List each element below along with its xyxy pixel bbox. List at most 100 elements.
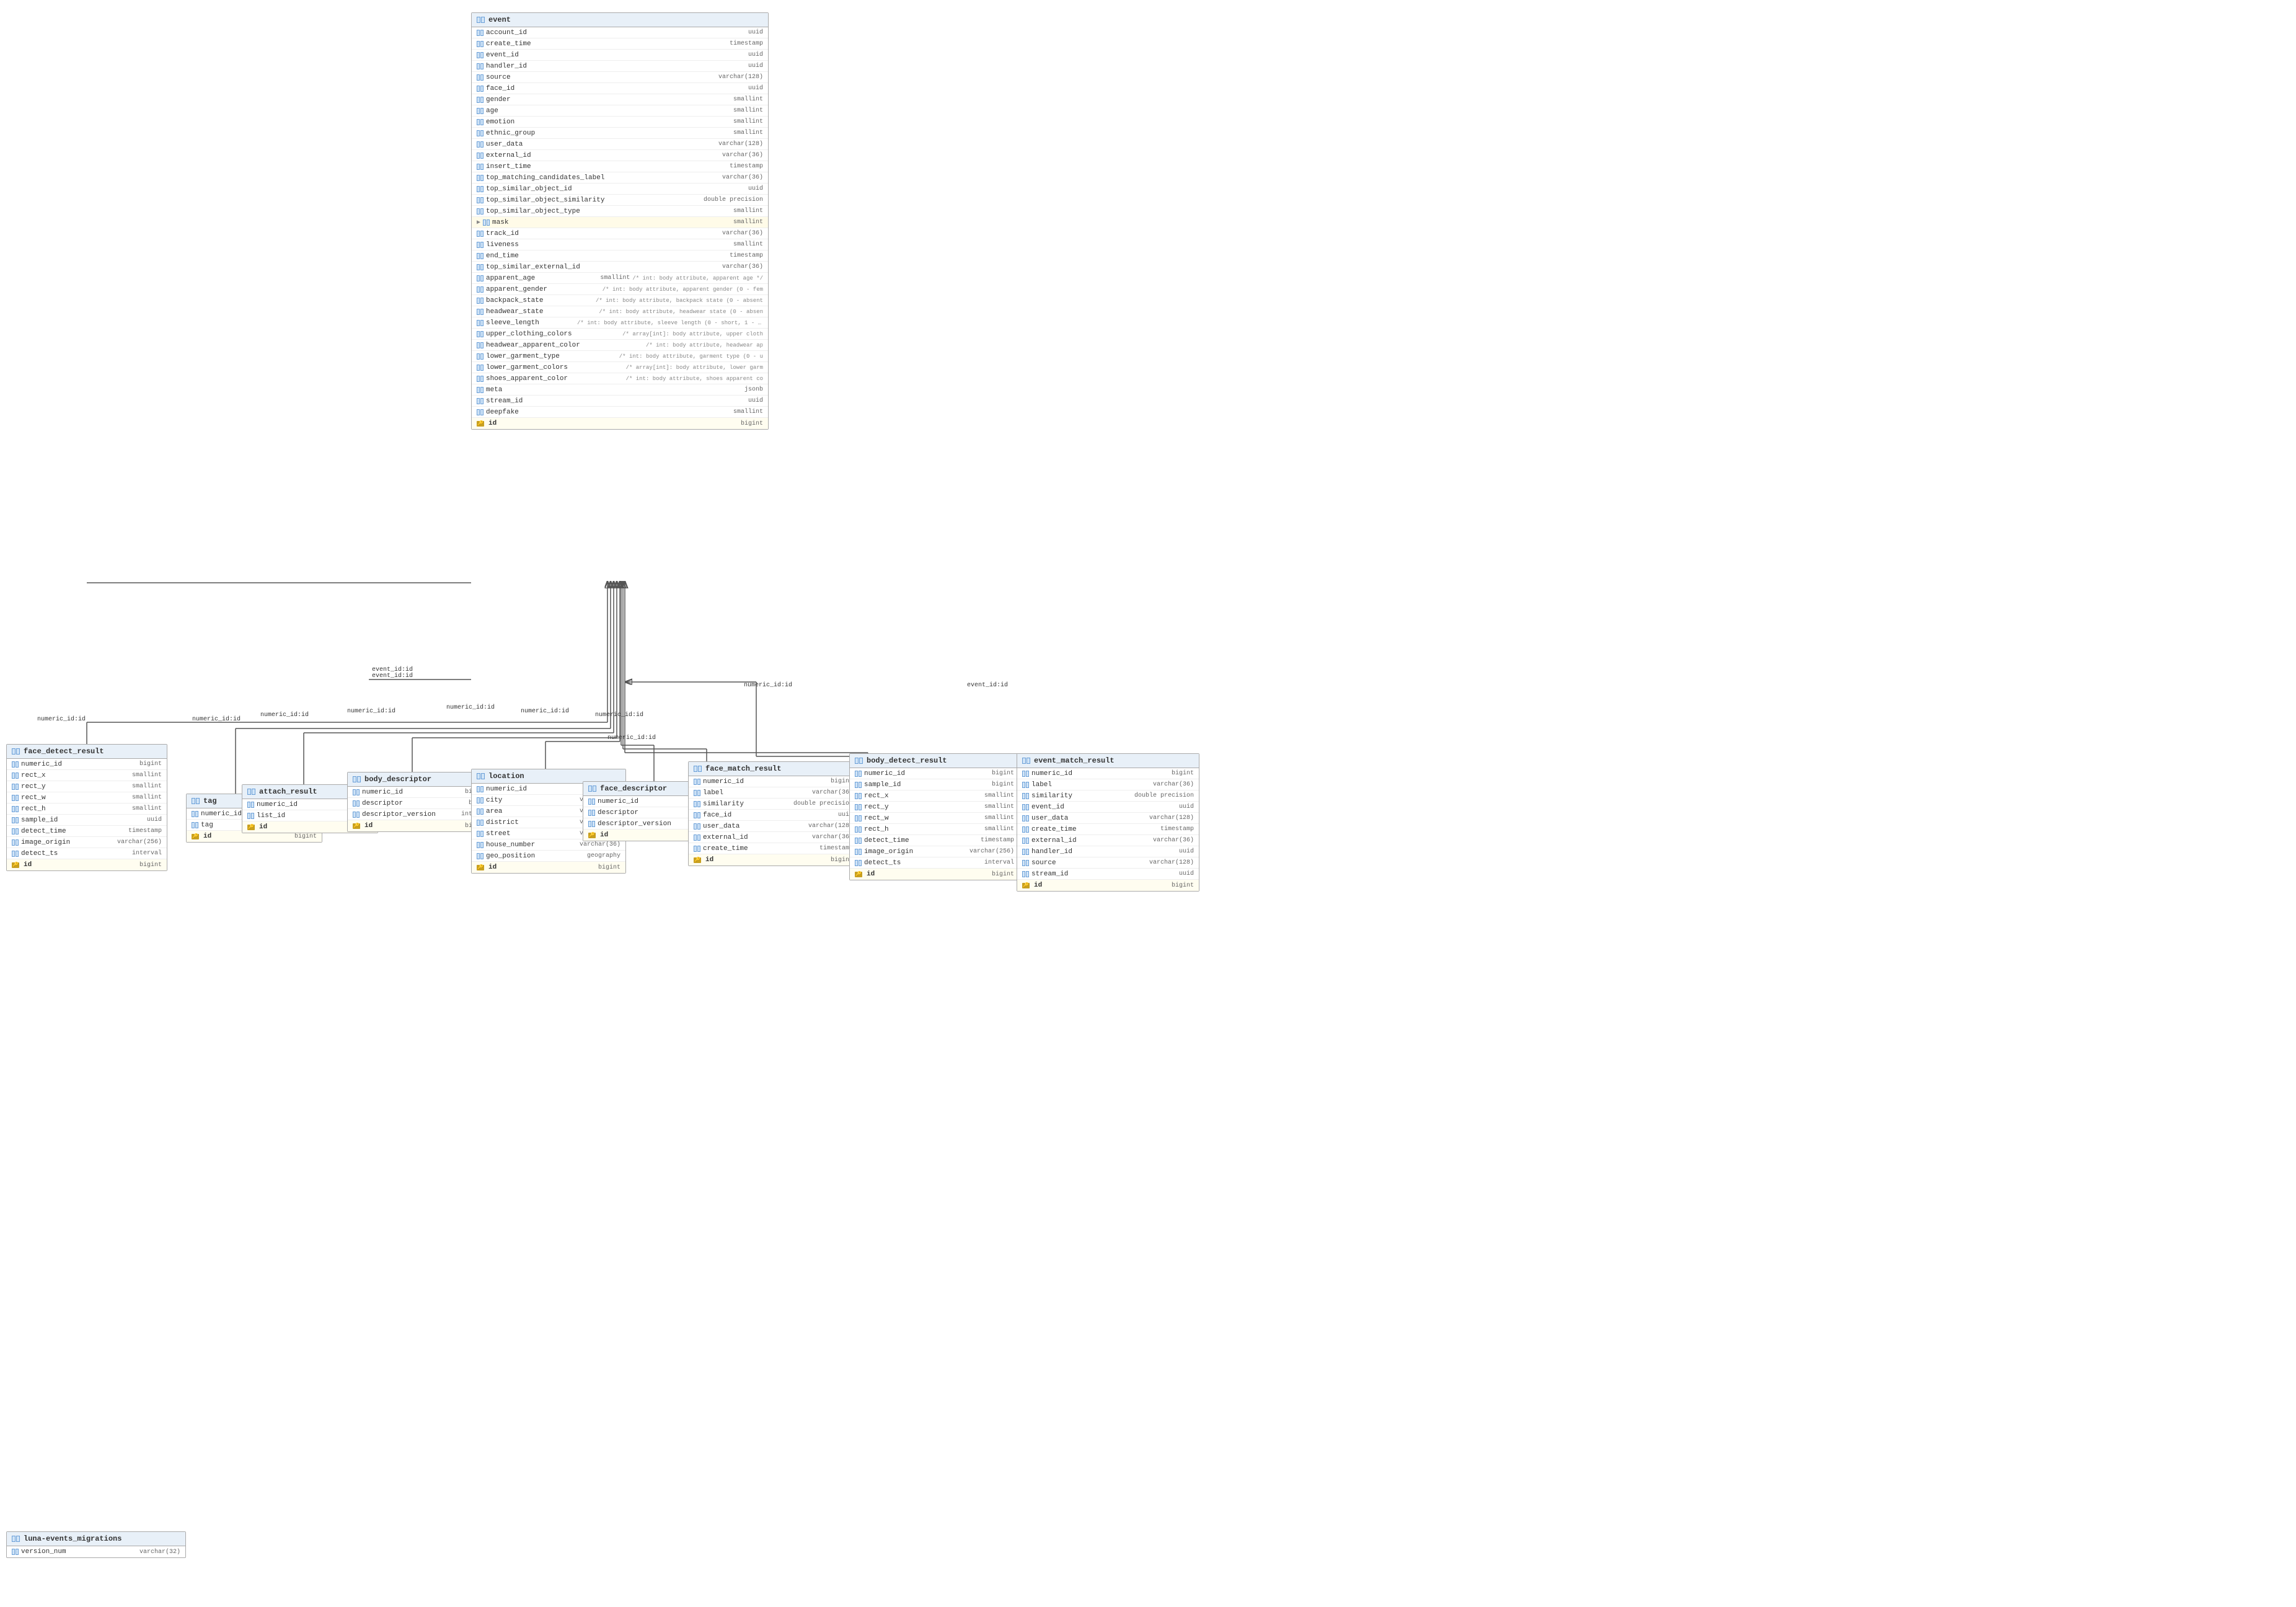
fk-icon bbox=[477, 853, 483, 859]
fk-icon bbox=[1022, 782, 1029, 788]
table-row: label varchar(36) bbox=[1017, 779, 1199, 790]
luna-events-migrations-header: luna-events_migrations bbox=[7, 1532, 185, 1546]
fk-icon bbox=[477, 253, 483, 259]
fk-icon bbox=[477, 86, 483, 92]
table-row: account_id uuid bbox=[472, 27, 768, 38]
face-detect-result-title: face_detect_result bbox=[24, 747, 104, 756]
table-icon bbox=[12, 1536, 20, 1542]
connector-label-fmr-numeric2: numeric_id:id bbox=[607, 735, 656, 742]
fk-icon bbox=[477, 164, 483, 170]
fk-icon bbox=[353, 800, 360, 807]
table-row: top_similar_external_id varchar(36) bbox=[472, 262, 768, 273]
event-match-result-header: event_match_result bbox=[1017, 754, 1199, 768]
table-row: apparent_age smallint /* int: body attri… bbox=[472, 273, 768, 284]
fk-icon bbox=[855, 826, 862, 833]
table-icon bbox=[12, 748, 20, 755]
event-table: event account_id uuid create_time timest… bbox=[471, 12, 769, 430]
table-row: user_data varchar(128) bbox=[1017, 813, 1199, 824]
event-match-result-table: event_match_result numeric_id bigint lab… bbox=[1017, 753, 1199, 892]
fk-icon bbox=[477, 409, 483, 415]
face-descriptor-title: face_descriptor bbox=[600, 784, 667, 793]
table-row: stream_id uuid bbox=[1017, 869, 1199, 880]
table-row: rect_h smallint bbox=[7, 804, 167, 815]
body-descriptor-title: body_descriptor bbox=[364, 775, 431, 784]
pk-icon: 🔑 bbox=[1022, 883, 1031, 888]
table-row: detect_ts interval bbox=[850, 857, 1019, 869]
face-detect-result-header: face_detect_result bbox=[7, 745, 167, 759]
fk-icon bbox=[12, 1549, 19, 1555]
fk-icon bbox=[477, 108, 483, 114]
pk-icon: 🔑 bbox=[353, 823, 362, 829]
fk-icon bbox=[1022, 815, 1029, 821]
connector-label-bd-numeric: numeric_id:id bbox=[347, 708, 395, 715]
fk-icon bbox=[588, 810, 595, 816]
fk-icon bbox=[477, 141, 483, 148]
fk-icon bbox=[477, 41, 483, 47]
face-detect-result-table: face_detect_result numeric_id bigint rec… bbox=[6, 744, 167, 871]
fk-icon bbox=[353, 812, 360, 818]
table-row: lower_garment_type /* int: body attribut… bbox=[472, 351, 768, 362]
fk-icon bbox=[477, 231, 483, 237]
table-row: apparent_gender /* int: body attribute, … bbox=[472, 284, 768, 295]
fk-icon bbox=[477, 353, 483, 360]
pk-icon: 🔑 bbox=[588, 833, 598, 838]
table-row: create_time timestamp bbox=[1017, 824, 1199, 835]
fk-icon bbox=[12, 851, 19, 857]
table-row: detect_time timestamp bbox=[850, 835, 1019, 846]
fk-icon bbox=[1022, 804, 1029, 810]
fk-icon bbox=[477, 309, 483, 315]
connector-label-emr-event: event_id:id bbox=[967, 682, 1008, 689]
connector-label-tag-numeric: numeric_id:id bbox=[192, 716, 241, 723]
table-row: sleeve_length /* int: body attribute, sl… bbox=[472, 317, 768, 329]
table-row: face_id uuid bbox=[689, 810, 858, 821]
table-row: ethnic_group smallint bbox=[472, 128, 768, 139]
connector-label-fmr-numeric: numeric_id:id bbox=[595, 712, 643, 719]
fk-icon bbox=[477, 820, 483, 826]
table-row: top_similar_object_similarity double pre… bbox=[472, 195, 768, 206]
fk-icon bbox=[1022, 849, 1029, 855]
table-row: detect_time timestamp bbox=[7, 826, 167, 837]
table-row: user_data varchar(128) bbox=[689, 821, 858, 832]
table-row: top_similar_object_type smallint bbox=[472, 206, 768, 217]
fk-icon bbox=[247, 802, 254, 808]
fk-icon bbox=[694, 834, 700, 841]
fk-icon bbox=[477, 365, 483, 371]
tag-table-title: tag bbox=[203, 797, 217, 805]
table-row: shoes_apparent_color /* int: body attrib… bbox=[472, 373, 768, 384]
table-row: event_id uuid bbox=[472, 50, 768, 61]
fk-icon bbox=[477, 119, 483, 125]
fk-icon bbox=[855, 793, 862, 799]
table-row: meta jsonb bbox=[472, 384, 768, 396]
fk-icon bbox=[477, 30, 483, 36]
fk-icon bbox=[477, 342, 483, 348]
location-table-title: location bbox=[488, 772, 524, 781]
table-row: similarity double precision bbox=[689, 799, 858, 810]
fk-icon bbox=[477, 831, 483, 837]
table-row-pk: 🔑 id bigint bbox=[472, 862, 625, 873]
fk-icon bbox=[247, 813, 254, 819]
fk-icon bbox=[694, 823, 700, 830]
face-match-result-header: face_match_result bbox=[689, 762, 858, 776]
pk-icon: 🔑 bbox=[192, 834, 201, 839]
connector-label-fd-numeric: numeric_id:id bbox=[521, 708, 569, 715]
table-row: insert_time timestamp bbox=[472, 161, 768, 172]
fk-icon bbox=[694, 790, 700, 796]
table-icon bbox=[588, 786, 596, 792]
table-row: stream_id uuid bbox=[472, 396, 768, 407]
fk-icon bbox=[1022, 771, 1029, 777]
table-row: geo_position geography bbox=[472, 851, 625, 862]
fk-icon bbox=[477, 175, 483, 181]
fk-icon bbox=[353, 789, 360, 795]
table-row-pk: 🔑 id bigint bbox=[850, 869, 1019, 880]
table-icon bbox=[353, 776, 361, 782]
table-row: create_time timestamp bbox=[472, 38, 768, 50]
face-match-result-table: face_match_result numeric_id bigint labe… bbox=[688, 761, 859, 866]
fk-icon bbox=[12, 761, 19, 768]
event-table-title: event bbox=[488, 15, 511, 24]
connector-label-fdr-numeric: numeric_id:id bbox=[37, 716, 86, 723]
fk-icon bbox=[12, 773, 19, 779]
fk-icon bbox=[12, 828, 19, 834]
event-table-icon bbox=[477, 17, 485, 23]
fk-icon bbox=[477, 63, 483, 69]
table-row: user_data varchar(128) bbox=[472, 139, 768, 150]
